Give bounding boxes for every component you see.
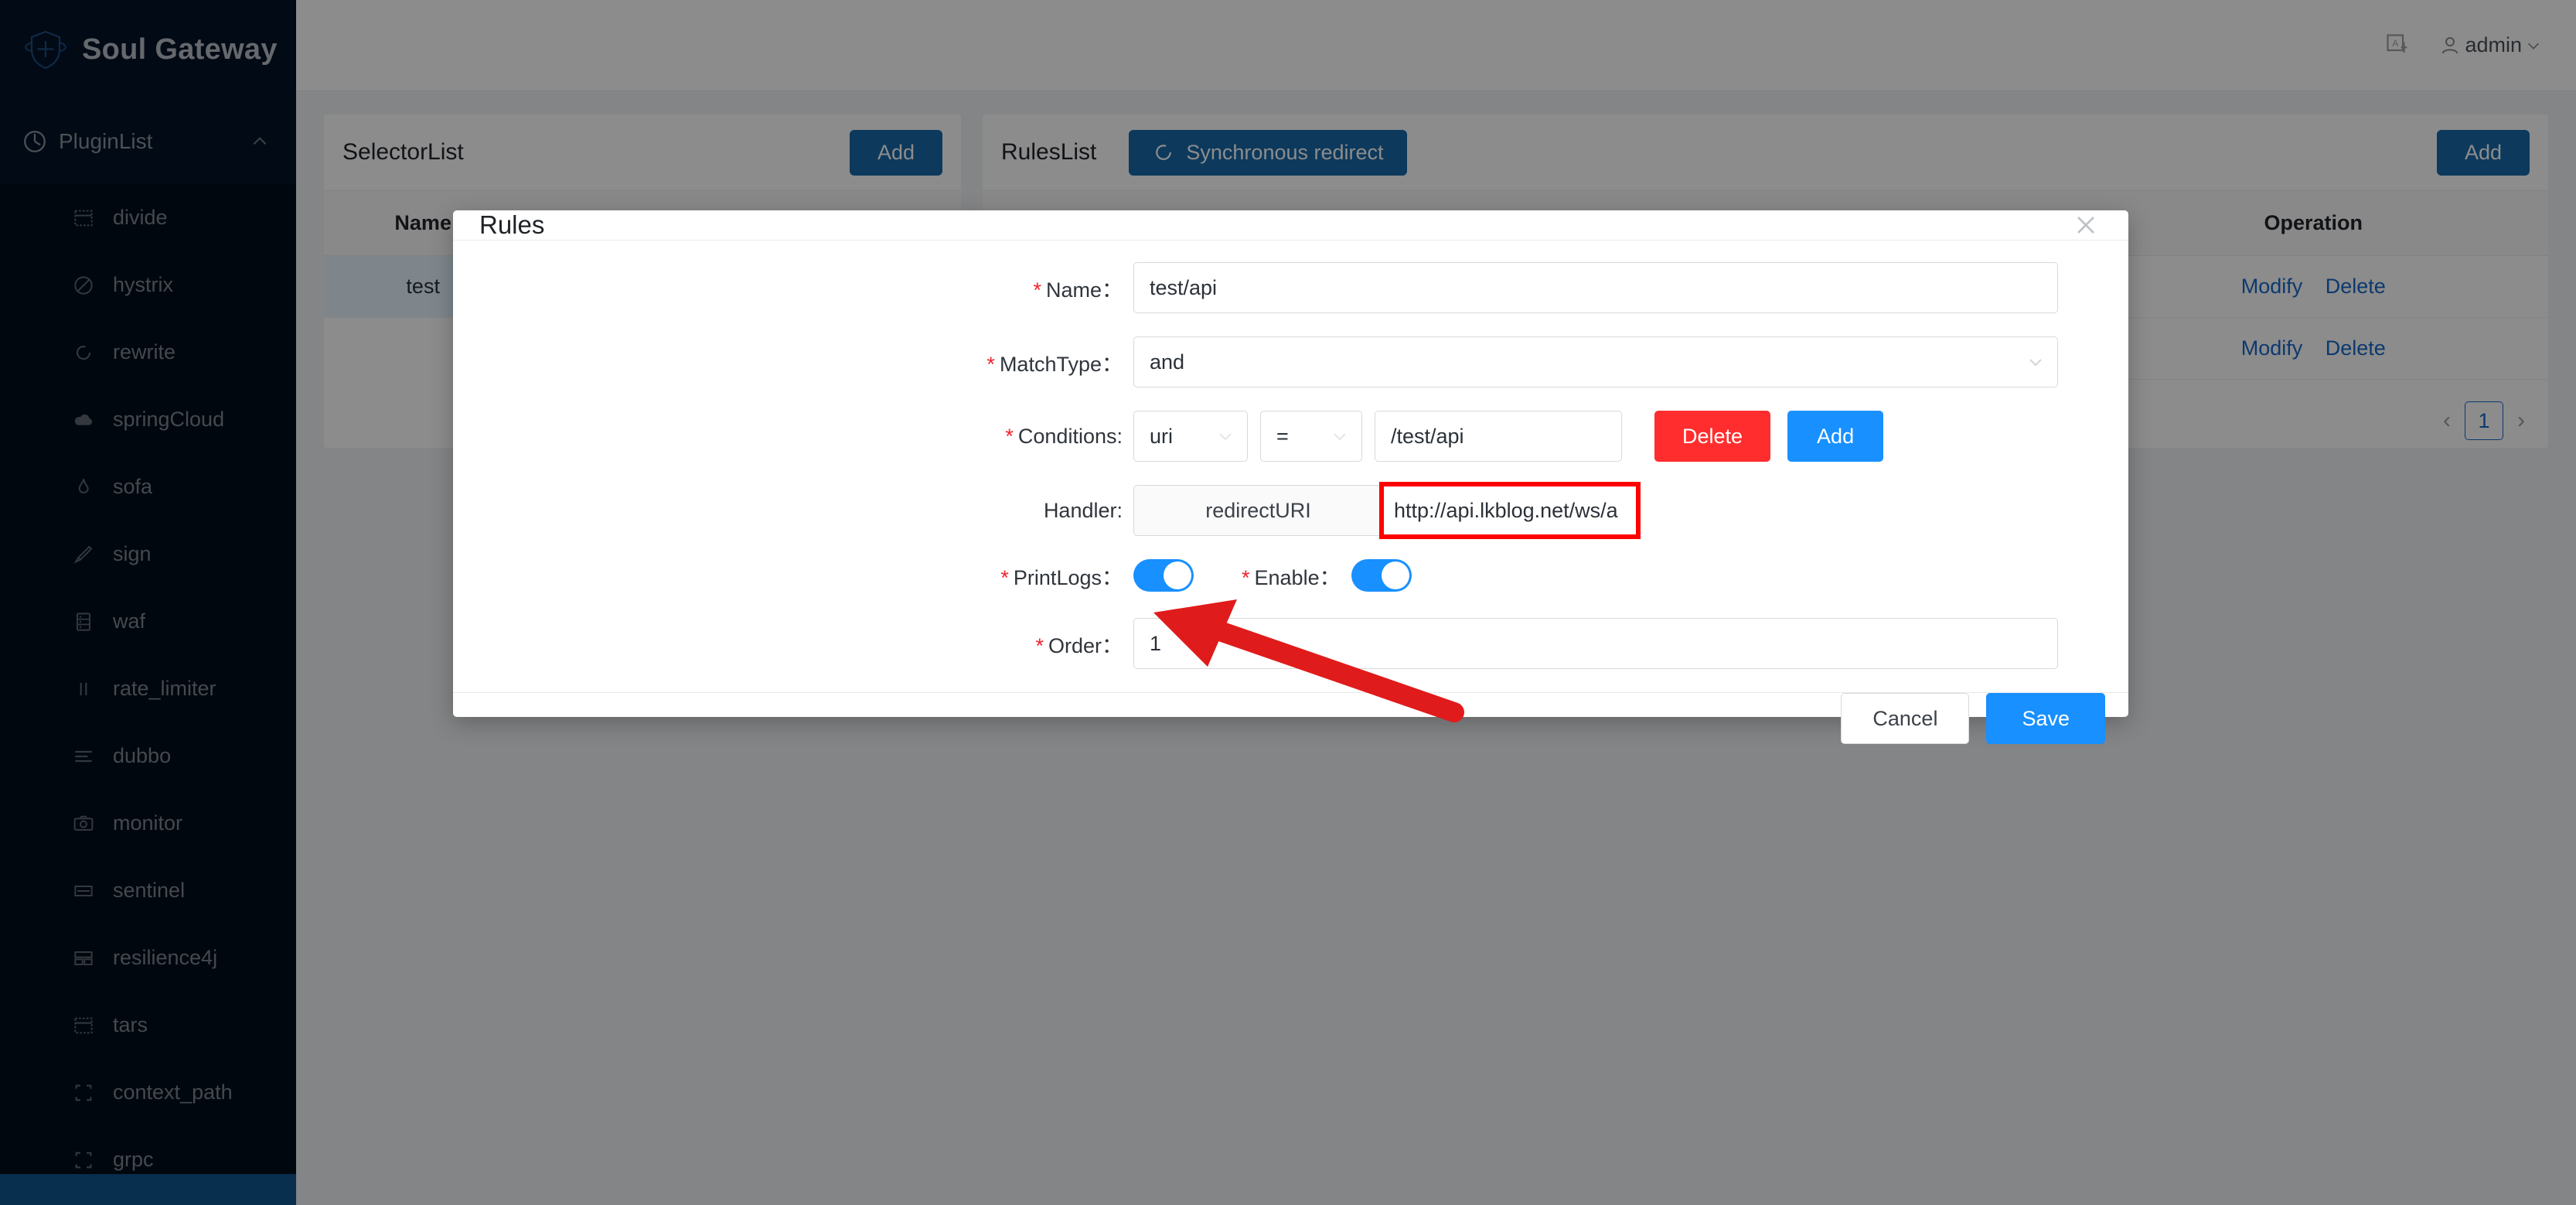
order-input[interactable]: 1 (1133, 618, 2058, 669)
enable-toggle[interactable] (1351, 559, 1412, 592)
name-input[interactable]: test/api (1133, 262, 2058, 313)
printlogs-label: PrintLogs： (453, 561, 1133, 591)
printlogs-toggle[interactable] (1133, 559, 1194, 592)
field-row-conditions: Conditions: uri = /test/api Delete Add (453, 411, 2094, 462)
modal-body: Name： test/api MatchType： and Conditions… (453, 241, 2128, 692)
order-label: Order： (453, 629, 1133, 659)
toggle-knob (1381, 562, 1409, 589)
condition-operator-value: = (1276, 424, 1289, 448)
chevron-down-icon (1219, 433, 1232, 441)
condition-param-type-select[interactable]: uri (1133, 411, 1248, 462)
chevron-down-icon (2029, 359, 2042, 367)
enable-label: Enable： (1242, 561, 1341, 591)
matchtype-label: MatchType： (453, 347, 1133, 377)
save-button[interactable]: Save (1986, 693, 2105, 744)
modal-title: Rules (479, 210, 545, 239)
handler-label: Handler: (1043, 498, 1123, 522)
field-row-name: Name： test/api (453, 262, 2094, 313)
name-label: Name： (453, 273, 1133, 303)
field-row-matchtype: MatchType： and (453, 336, 2094, 387)
chevron-down-icon (1334, 433, 1346, 441)
handler-value-input[interactable]: http://api.lkblog.net/ws/a (1382, 485, 1637, 536)
condition-param-type-value: uri (1150, 424, 1174, 448)
app-root: Soul Gateway PluginList divide hystrix rew… (0, 0, 2576, 1205)
condition-value-input[interactable]: /test/api (1375, 411, 1622, 462)
condition-add-button[interactable]: Add (1787, 411, 1884, 462)
modal-footer: Cancel Save (453, 692, 2128, 744)
cancel-button[interactable]: Cancel (1841, 693, 1970, 744)
modal-header: Rules (453, 210, 2128, 241)
field-row-handler: Handler: redirectURI http://api.lkblog.n… (453, 482, 2094, 539)
condition-delete-button[interactable]: Delete (1654, 411, 1771, 462)
handler-value-highlight: http://api.lkblog.net/ws/a (1379, 482, 1641, 539)
conditions-label: Conditions: (453, 425, 1133, 449)
field-row-order: Order： 1 (453, 618, 2094, 669)
handler-key-label: redirectURI (1133, 485, 1382, 536)
field-row-switches: PrintLogs： Enable： (453, 559, 2094, 592)
condition-operator-select[interactable]: = (1260, 411, 1362, 462)
matchtype-select[interactable]: and (1133, 336, 2058, 387)
toggle-knob (1164, 562, 1191, 589)
matchtype-value: and (1150, 350, 1185, 374)
close-icon[interactable] (2073, 212, 2099, 238)
rules-modal: Rules Name： test/api MatchType： and (453, 210, 2128, 744)
